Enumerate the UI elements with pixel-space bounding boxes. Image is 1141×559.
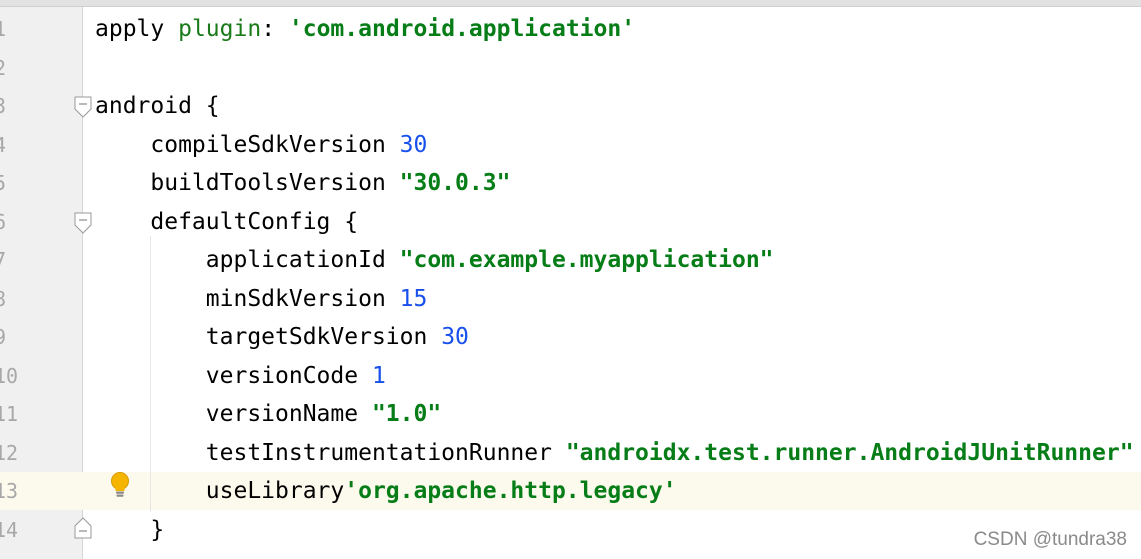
code-token: "1.0" (371, 401, 442, 427)
code-line[interactable]: 7 applicationId "com.example.myapplicati… (0, 241, 1141, 279)
code-token: versionName (95, 401, 372, 427)
line-number[interactable]: 3 (0, 87, 14, 125)
code-line[interactable]: 8 minSdkVersion 15 (0, 280, 1141, 318)
code-line[interactable]: 12 testInstrumentationRunner "androidx.t… (0, 434, 1141, 472)
line-number[interactable]: 14 (0, 511, 18, 549)
watermark: CSDN @tundra38 (973, 529, 1127, 550)
lightbulb-icon[interactable] (108, 471, 132, 499)
code-line[interactable]: 10 versionCode 1 (0, 357, 1141, 395)
fold-close-icon[interactable] (73, 517, 93, 539)
code-line[interactable]: 11 versionName "1.0" (0, 395, 1141, 433)
code-token: applicationId (95, 247, 400, 273)
code-text[interactable]: versionName "1.0" (95, 395, 441, 433)
code-text[interactable]: } (95, 511, 164, 549)
code-token: buildToolsVersion (95, 170, 400, 196)
code-text[interactable]: minSdkVersion 15 (95, 280, 428, 318)
code-text[interactable]: compileSdkVersion 30 (95, 126, 427, 164)
window-top-border (0, 0, 1141, 7)
code-token: 30 (399, 131, 428, 158)
line-number[interactable]: 5 (0, 164, 14, 202)
code-token: apply (95, 16, 179, 42)
code-line[interactable]: 14 } (0, 511, 1141, 549)
code-line[interactable]: 3 android { (0, 87, 1141, 125)
indent-guide (150, 236, 151, 512)
fold-open-icon[interactable] (73, 96, 93, 118)
line-number[interactable]: 11 (0, 395, 18, 433)
code-token: 'com.android.application' (288, 16, 636, 42)
line-number[interactable]: 12 (0, 434, 18, 472)
code-text[interactable]: testInstrumentationRunner "androidx.test… (95, 434, 1134, 472)
line-number[interactable]: 7 (0, 241, 14, 279)
code-line[interactable]: 1 apply plugin: 'com.android.application' (0, 10, 1141, 48)
code-token: "com.example.myapplication" (399, 247, 774, 273)
code-text[interactable]: defaultConfig { (95, 203, 358, 241)
fold-open-icon[interactable] (73, 212, 93, 234)
code-token: android { (95, 93, 220, 119)
code-line[interactable]: 5 buildToolsVersion "30.0.3" (0, 164, 1141, 202)
code-token: "30.0.3" (399, 170, 511, 196)
line-number[interactable]: 8 (0, 280, 14, 318)
code-token: versionCode (95, 362, 372, 389)
code-token: 'org.apache.http.legacy' (344, 478, 677, 504)
code-token: compileSdkVersion (95, 131, 400, 158)
code-line[interactable]: 2 (0, 49, 1141, 87)
code-token: 15 (399, 285, 428, 312)
code-text[interactable]: apply plugin: 'com.android.application' (95, 10, 635, 48)
code-token: plugin (178, 16, 262, 42)
code-token: useLibrary (95, 478, 345, 504)
code-text[interactable]: applicationId "com.example.myapplication… (95, 241, 774, 279)
code-token: } (95, 516, 165, 543)
line-number[interactable]: 2 (0, 49, 14, 87)
line-number[interactable]: 6 (0, 203, 14, 241)
code-token: 1 (371, 362, 386, 389)
code-token: minSdkVersion (95, 285, 400, 312)
code-token: 30 (441, 324, 469, 350)
code-token: "androidx.test.runner.AndroidJUnitRunner… (565, 439, 1134, 466)
code-line[interactable]: 9 targetSdkVersion 30 (0, 318, 1141, 356)
code-text[interactable]: android { (95, 87, 220, 125)
line-number[interactable]: 9 (0, 318, 14, 356)
code-line[interactable]: 4 compileSdkVersion 30 (0, 126, 1141, 164)
code-line[interactable]: 6 defaultConfig { (0, 203, 1141, 241)
code-token: testInstrumentationRunner (95, 439, 566, 466)
line-number[interactable]: 1 (0, 10, 14, 48)
code-line[interactable]: 13 useLibrary'org.apache.http.legacy' (0, 472, 1141, 510)
code-token: targetSdkVersion (95, 324, 442, 350)
code-token: : (261, 16, 289, 42)
code-text[interactable]: targetSdkVersion 30 (95, 318, 469, 356)
line-number[interactable]: 4 (0, 126, 14, 164)
code-text[interactable]: useLibrary'org.apache.http.legacy' (95, 472, 677, 510)
code-text[interactable]: versionCode 1 (95, 357, 386, 395)
code-token: defaultConfig { (95, 208, 359, 235)
line-number[interactable]: 13 (0, 472, 18, 510)
code-text[interactable]: buildToolsVersion "30.0.3" (95, 164, 510, 202)
line-number[interactable]: 10 (0, 357, 18, 395)
